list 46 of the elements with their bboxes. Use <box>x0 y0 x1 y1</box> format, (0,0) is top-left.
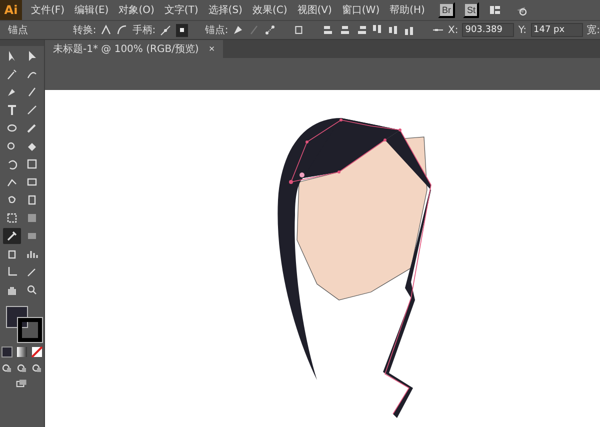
handles-label: 手柄: <box>132 24 156 37</box>
corner-point-icon[interactable] <box>100 24 112 36</box>
stroke-swatch[interactable] <box>18 318 42 342</box>
align-bottom-icon[interactable] <box>402 24 415 36</box>
anchor-point-icon <box>180 28 184 32</box>
menu-item[interactable]: 对象(O) <box>114 3 160 17</box>
document-tab-title[interactable]: 未标题-1* @ 100% (RGB/预览) <box>53 42 199 56</box>
app-button[interactable]: St <box>462 2 480 18</box>
menu-item[interactable]: 效果(C) <box>247 3 292 17</box>
pen-icon[interactable] <box>232 24 244 36</box>
handle-line-icon <box>160 24 172 36</box>
app-logo: Ai <box>0 0 22 20</box>
draw-inside-icon[interactable] <box>31 362 43 374</box>
menu-item[interactable]: 文字(T) <box>159 3 204 17</box>
menu-item[interactable]: 选择(S) <box>203 3 248 17</box>
hide-handles-button[interactable] <box>160 24 172 36</box>
gradient-mode-icon[interactable] <box>16 346 28 358</box>
close-button[interactable]: × <box>208 44 215 54</box>
y-field[interactable]: 147 px <box>530 23 583 37</box>
show-handles-button[interactable] <box>176 24 188 36</box>
x-field[interactable]: 903.389 <box>462 23 514 37</box>
document-tab[interactable]: 未标题-1* @ 100% (RGB/预览) × <box>45 40 223 58</box>
color-mode-icon[interactable] <box>1 346 13 358</box>
app-button[interactable]: Br <box>438 2 455 18</box>
align-middle-icon[interactable] <box>386 24 399 36</box>
smooth-point-icon[interactable] <box>116 24 128 36</box>
menu-item[interactable]: 窗口(W) <box>336 3 385 17</box>
convert-label: 转换: <box>72 24 96 37</box>
draw-behind-icon[interactable] <box>16 362 28 374</box>
y-label: Y: <box>518 24 527 36</box>
none-mode-icon[interactable] <box>31 346 43 358</box>
selection-label: 锚点 <box>8 24 28 37</box>
connect-icon[interactable] <box>264 24 276 36</box>
align-top-icon[interactable] <box>370 24 383 36</box>
menu-item[interactable]: 文件(F) <box>26 3 70 17</box>
anchors-label: 锚点: <box>204 24 228 37</box>
width-label: 宽: <box>586 24 600 37</box>
screen-mode-icon[interactable] <box>16 378 28 390</box>
align-center-icon[interactable] <box>338 24 351 36</box>
menu-item[interactable]: 视图(V) <box>292 3 337 17</box>
draw-normal-icon[interactable] <box>1 362 13 374</box>
x-label: X: <box>448 24 458 36</box>
align-left-icon[interactable] <box>322 24 335 36</box>
layout-icon[interactable] <box>489 4 502 16</box>
menu-item[interactable]: 帮助(H) <box>384 3 430 17</box>
menu-item[interactable]: 编辑(E) <box>70 3 114 17</box>
